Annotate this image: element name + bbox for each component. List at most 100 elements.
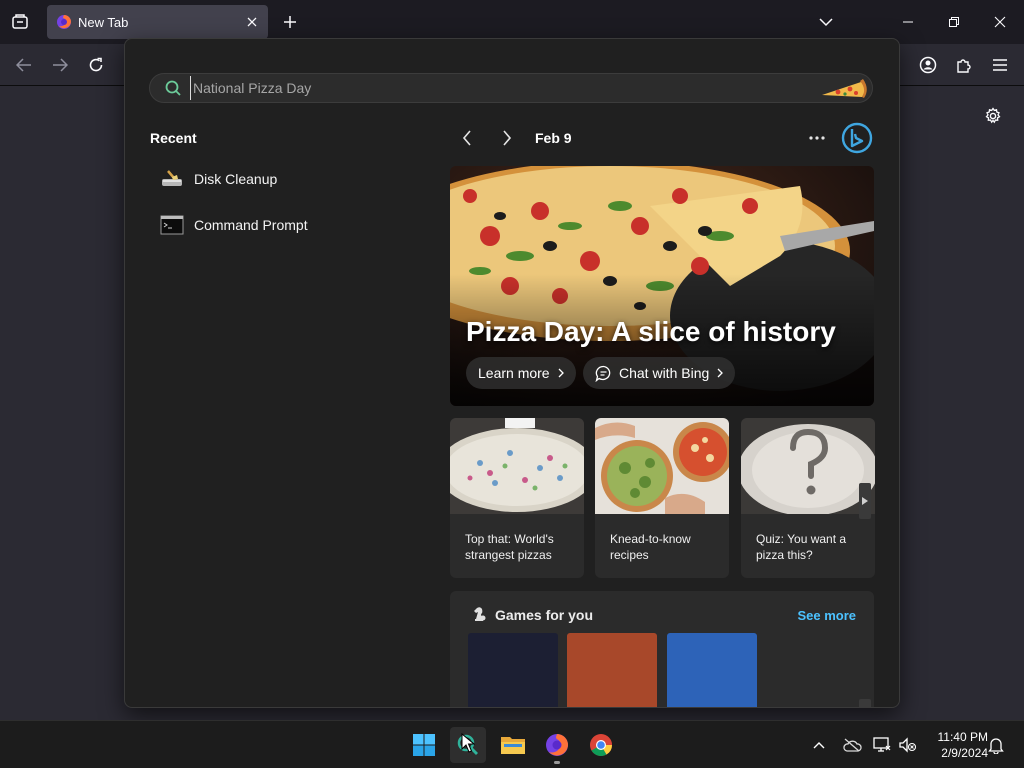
network-button[interactable] — [870, 733, 894, 757]
highlight-card-quiz[interactable]: Quiz: You want a pizza this? — [741, 418, 875, 578]
close-icon — [994, 16, 1006, 28]
page-settings-button[interactable] — [981, 104, 1005, 128]
recent-item-command-prompt[interactable]: Command Prompt — [149, 207, 429, 243]
new-tab-button[interactable] — [278, 10, 302, 34]
highlight-card-recipes[interactable]: Knead-to-know recipes — [595, 418, 729, 578]
recent-heading: Recent — [150, 130, 197, 146]
puzzle-icon — [957, 59, 971, 73]
network-icon — [873, 737, 891, 752]
taskbar: 11:40 PM 2/9/2024 — [0, 720, 1024, 768]
menu-button[interactable] — [988, 53, 1012, 77]
search-icon — [165, 80, 181, 96]
chevron-right-icon — [503, 130, 512, 146]
pizza-slice-icon — [822, 79, 867, 98]
chevron-left-icon — [462, 130, 471, 146]
arrow-left-icon — [16, 58, 31, 72]
previous-day-button[interactable] — [455, 125, 479, 151]
recipes-pizza-image — [595, 418, 729, 514]
firefox-icon — [546, 734, 568, 756]
games-heading: Games for you — [495, 607, 594, 623]
cloud-off-icon — [843, 738, 862, 752]
clock-date: 2/9/2024 — [941, 746, 988, 760]
card-label: Knead-to-know recipes — [610, 532, 691, 562]
learn-more-button[interactable]: Learn more — [466, 357, 576, 389]
more-options-button[interactable] — [805, 125, 829, 151]
bing-chat-button[interactable] — [841, 122, 873, 154]
tab-title: New Tab — [78, 14, 129, 30]
strange-pizza-image — [450, 418, 584, 514]
games-scroll-right-button[interactable] — [859, 699, 871, 707]
next-day-button[interactable] — [495, 125, 519, 151]
chrome-taskbar-button[interactable] — [583, 727, 619, 763]
notifications-button[interactable] — [984, 733, 1008, 757]
cards-scroll-right-button[interactable] — [859, 483, 871, 519]
search-input[interactable] — [190, 76, 820, 100]
plus-icon — [284, 16, 296, 28]
caret-right-icon — [862, 497, 868, 505]
file-explorer-button[interactable] — [495, 727, 531, 763]
clock-time: 11:40 PM — [937, 730, 988, 744]
chat-with-bing-label: Chat with Bing — [619, 365, 710, 381]
firefox-icon — [57, 15, 71, 29]
tab-close-button[interactable] — [242, 12, 262, 32]
back-button[interactable] — [12, 53, 36, 77]
chevron-up-icon — [813, 742, 825, 749]
card-label: Quiz: You want a pizza this? — [756, 532, 847, 562]
minimize-button[interactable] — [894, 8, 922, 36]
card-label: Top that: World's strangest pizzas — [465, 532, 554, 562]
search-flyout: Recent Disk Cleanup Command Prompt Feb 9 — [124, 38, 900, 708]
maximize-button[interactable] — [940, 8, 968, 36]
taskbar-clock[interactable]: 11:40 PM 2/9/2024 — [924, 729, 988, 761]
folder-icon — [501, 737, 525, 754]
volume-button[interactable] — [896, 733, 920, 757]
chess-knight-icon — [474, 607, 486, 621]
recent-item-label: Command Prompt — [194, 217, 308, 233]
start-button[interactable] — [406, 727, 442, 763]
tab-new-tab[interactable]: New Tab — [47, 5, 268, 39]
ellipsis-icon — [809, 136, 825, 140]
highlight-date: Feb 9 — [535, 130, 572, 146]
chevron-right-icon — [558, 368, 564, 378]
gear-icon — [985, 107, 1001, 124]
forward-button[interactable] — [48, 53, 72, 77]
recent-item-label: Disk Cleanup — [194, 171, 278, 187]
game-tile[interactable] — [468, 633, 558, 707]
list-all-tabs-button[interactable] — [814, 10, 838, 34]
chevron-down-icon — [819, 18, 833, 27]
close-icon — [247, 17, 257, 27]
account-button[interactable] — [916, 53, 940, 77]
reload-button[interactable] — [84, 53, 108, 77]
chat-bubble-icon — [595, 365, 611, 382]
game-tile[interactable] — [567, 633, 657, 707]
onedrive-button[interactable] — [840, 733, 864, 757]
hero-card[interactable]: Pizza Day: A slice of history Learn more… — [450, 166, 874, 406]
see-more-link[interactable]: See more — [797, 608, 856, 623]
chevron-right-icon — [717, 368, 724, 378]
speaker-muted-icon — [899, 737, 917, 753]
show-hidden-icons-button[interactable] — [807, 733, 831, 757]
flour-question-mark-image — [741, 418, 875, 514]
game-tile[interactable] — [667, 633, 757, 707]
highlight-card-strangest-pizzas[interactable]: Top that: World's strangest pizzas — [450, 418, 584, 578]
chrome-icon — [590, 734, 612, 756]
firefox-taskbar-button[interactable] — [539, 727, 575, 763]
restore-icon — [949, 17, 959, 27]
highlights-header: Feb 9 — [455, 122, 875, 154]
bell-icon — [988, 738, 1004, 754]
mouse-cursor-icon — [461, 733, 475, 753]
disk-cleanup-icon — [162, 170, 182, 186]
hero-title: Pizza Day: A slice of history — [466, 316, 836, 347]
arrow-right-icon — [53, 58, 68, 72]
windows-logo-icon — [413, 734, 435, 756]
reload-icon — [89, 57, 103, 72]
learn-more-label: Learn more — [478, 365, 550, 381]
command-prompt-icon — [160, 215, 184, 235]
running-indicator — [554, 761, 560, 764]
recent-item-disk-cleanup[interactable]: Disk Cleanup — [149, 161, 429, 197]
chat-with-bing-button[interactable]: Chat with Bing — [583, 357, 736, 389]
search-box[interactable] — [149, 73, 873, 103]
extensions-button[interactable] — [952, 53, 976, 77]
games-section: Games for you See more — [450, 591, 874, 707]
firefox-view-button[interactable] — [8, 10, 32, 34]
close-window-button[interactable] — [986, 8, 1014, 36]
